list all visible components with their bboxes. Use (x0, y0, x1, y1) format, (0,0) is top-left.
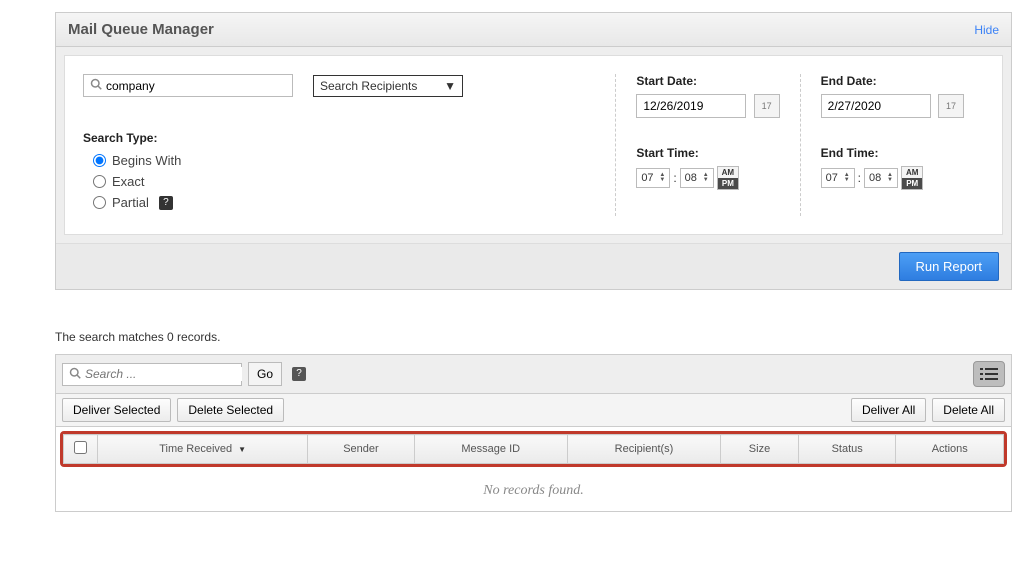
deliver-all-button[interactable]: Deliver All (851, 398, 926, 422)
col-status[interactable]: Status (798, 435, 896, 464)
panel-footer: Run Report (56, 243, 1011, 289)
radio-begins-with[interactable]: Begins With (93, 153, 595, 168)
panel-header: Mail Queue Manager Hide (56, 13, 1011, 47)
hide-link[interactable]: Hide (974, 23, 999, 37)
end-date-input[interactable] (821, 94, 931, 118)
col-recipients[interactable]: Recipient(s) (567, 435, 720, 464)
time-colon: : (858, 171, 861, 185)
actions-left: Deliver Selected Delete Selected (62, 398, 284, 422)
end-hour-spinner[interactable]: 07▲▼ (821, 168, 855, 188)
search-box[interactable] (83, 74, 293, 97)
results-toolbar: Go ? (56, 355, 1011, 394)
mail-queue-panel: Mail Queue Manager Hide Search Recipient… (55, 12, 1012, 290)
help-icon[interactable]: ? (292, 367, 306, 381)
results-panel: Go ? Deliver Selected Delete Selected De… (55, 354, 1012, 512)
results-table: Time Received▼ Sender Message ID Recipie… (63, 434, 1004, 464)
search-input[interactable] (106, 79, 286, 93)
start-column: Start Date: 17 Start Time: 07▲▼ : 08▲▼ A… (615, 74, 799, 216)
radio-exact[interactable]: Exact (93, 174, 595, 189)
start-date-calendar-icon[interactable]: 17 (754, 94, 780, 118)
radio-partial[interactable]: Partial? (93, 195, 595, 210)
end-date-calendar-icon[interactable]: 17 (938, 94, 964, 118)
search-column: Search Recipients ▼ Search Type: Begins … (83, 74, 615, 216)
deliver-selected-button[interactable]: Deliver Selected (62, 398, 171, 422)
table-header-row: Time Received▼ Sender Message ID Recipie… (64, 435, 1004, 464)
col-message-id[interactable]: Message ID (414, 435, 567, 464)
radio-partial-input[interactable] (93, 196, 106, 209)
panel-title: Mail Queue Manager (68, 21, 214, 38)
end-time-row: 07▲▼ : 08▲▼ AMPM (821, 166, 964, 190)
chevron-down-icon: ▼ (444, 79, 456, 93)
search-type-label: Search Type: (83, 131, 595, 145)
search-icon (69, 367, 81, 382)
start-ampm-toggle[interactable]: AMPM (717, 166, 739, 190)
col-sender[interactable]: Sender (308, 435, 414, 464)
start-date-label: Start Date: (636, 74, 779, 88)
col-size[interactable]: Size (721, 435, 799, 464)
col-time-received[interactable]: Time Received▼ (98, 435, 308, 464)
down-arrow-icon: ▼ (844, 178, 850, 183)
results-toolbar-left: Go ? (62, 362, 306, 386)
results-search-box[interactable] (62, 363, 242, 386)
col-checkbox (64, 435, 98, 464)
go-button[interactable]: Go (248, 362, 282, 386)
radio-list: Begins With Exact Partial? (83, 153, 595, 210)
down-arrow-icon: ▼ (703, 178, 709, 183)
start-time-label: Start Time: (636, 146, 779, 160)
results-summary: The search matches 0 records. (55, 330, 1012, 344)
filters-row: Search Recipients ▼ Search Type: Begins … (83, 74, 984, 216)
delete-selected-button[interactable]: Delete Selected (177, 398, 284, 422)
select-all-checkbox[interactable] (74, 441, 87, 454)
end-column: End Date: 17 End Time: 07▲▼ : 08▲▼ AMPM (800, 74, 984, 216)
end-date-row: 17 (821, 94, 964, 118)
actions-right: Deliver All Delete All (851, 398, 1005, 422)
search-icon (90, 78, 102, 93)
delete-all-button[interactable]: Delete All (932, 398, 1005, 422)
end-ampm-toggle[interactable]: AMPM (901, 166, 923, 190)
down-arrow-icon: ▼ (887, 178, 893, 183)
down-arrow-icon: ▼ (659, 178, 665, 183)
search-field-dropdown[interactable]: Search Recipients ▼ (313, 75, 463, 97)
help-icon[interactable]: ? (159, 196, 173, 210)
spinner-buttons[interactable]: ▲▼ (659, 173, 665, 183)
list-view-toggle-icon[interactable] (973, 361, 1005, 387)
results-table-highlight: Time Received▼ Sender Message ID Recipie… (60, 431, 1007, 467)
sort-desc-icon: ▼ (238, 445, 246, 454)
end-time-label: End Time: (821, 146, 964, 160)
no-records-message: No records found. (56, 471, 1011, 511)
start-time-row: 07▲▼ : 08▲▼ AMPM (636, 166, 779, 190)
results-actions-bar: Deliver Selected Delete Selected Deliver… (56, 394, 1011, 427)
start-date-input[interactable] (636, 94, 746, 118)
start-hour-spinner[interactable]: 07▲▼ (636, 168, 670, 188)
panel-body: Search Recipients ▼ Search Type: Begins … (64, 55, 1003, 235)
spinner-buttons[interactable]: ▲▼ (703, 173, 709, 183)
radio-begins-input[interactable] (93, 154, 106, 167)
search-input-row: Search Recipients ▼ (83, 74, 595, 97)
start-date-row: 17 (636, 94, 779, 118)
start-min-spinner[interactable]: 08▲▼ (680, 168, 714, 188)
run-report-button[interactable]: Run Report (899, 252, 999, 281)
radio-exact-input[interactable] (93, 175, 106, 188)
col-actions[interactable]: Actions (896, 435, 1004, 464)
spinner-buttons[interactable]: ▲▼ (844, 173, 850, 183)
dropdown-value: Search Recipients (320, 79, 417, 93)
search-type-group: Search Type: Begins With Exact Partial? (83, 131, 595, 210)
end-date-label: End Date: (821, 74, 964, 88)
results-search-input[interactable] (85, 367, 242, 381)
time-colon: : (673, 171, 676, 185)
end-min-spinner[interactable]: 08▲▼ (864, 168, 898, 188)
spinner-buttons[interactable]: ▲▼ (887, 173, 893, 183)
